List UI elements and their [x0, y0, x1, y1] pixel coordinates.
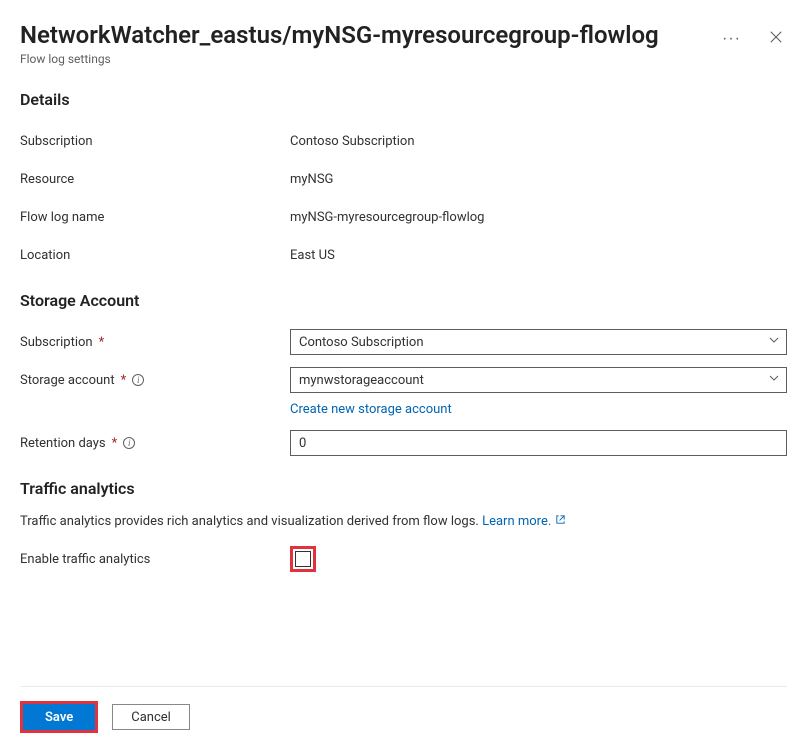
- info-icon[interactable]: i: [132, 374, 144, 386]
- footer-actions: Save Cancel: [20, 686, 787, 749]
- retention-days-label-text: Retention days: [20, 436, 106, 451]
- storage-subscription-label: Subscription *: [20, 335, 290, 350]
- details-subscription-label: Subscription: [20, 134, 290, 149]
- traffic-analytics-description: Traffic analytics provides rich analytic…: [20, 514, 787, 529]
- details-location-row: Location East US: [20, 239, 787, 271]
- storage-account-label-text: Storage account: [20, 373, 115, 388]
- storage-account-label: Storage account * i: [20, 373, 290, 388]
- required-asterisk: *: [121, 373, 127, 388]
- close-icon: [769, 30, 783, 47]
- more-actions-button[interactable]: ···: [718, 27, 745, 51]
- enable-traffic-analytics-checkbox[interactable]: [295, 551, 311, 567]
- create-storage-account-link[interactable]: Create new storage account: [290, 402, 452, 417]
- storage-section-title: Storage Account: [20, 291, 787, 310]
- details-flowlog-label: Flow log name: [20, 210, 290, 225]
- details-resource-label: Resource: [20, 172, 290, 187]
- details-flowlog-row: Flow log name myNSG-myresourcegroup-flow…: [20, 201, 787, 233]
- storage-subscription-select[interactable]: Contoso Subscription: [290, 329, 787, 355]
- details-subscription-value: Contoso Subscription: [290, 134, 787, 149]
- ellipsis-icon: ···: [722, 31, 741, 47]
- required-asterisk: *: [99, 335, 105, 350]
- enable-traffic-analytics-row: Enable traffic analytics: [20, 543, 787, 575]
- chevron-down-icon: [768, 372, 780, 388]
- details-flowlog-value: myNSG-myresourcegroup-flowlog: [290, 210, 787, 225]
- learn-more-text: Learn more.: [482, 514, 551, 529]
- storage-account-row: Storage account * i mynwstorageaccount: [20, 364, 787, 396]
- details-resource-row: Resource myNSG: [20, 163, 787, 195]
- storage-subscription-select-value: Contoso Subscription: [299, 335, 424, 350]
- details-subscription-row: Subscription Contoso Subscription: [20, 125, 787, 157]
- retention-days-label: Retention days * i: [20, 436, 290, 451]
- storage-account-select-value: mynwstorageaccount: [299, 373, 424, 388]
- page-title: NetworkWatcher_eastus/myNSG-myresourcegr…: [20, 20, 718, 50]
- external-link-icon: [555, 514, 566, 529]
- info-icon[interactable]: i: [123, 437, 135, 449]
- highlight-frame: Save: [20, 701, 98, 733]
- required-asterisk: *: [112, 436, 118, 451]
- close-button[interactable]: [765, 26, 787, 51]
- cancel-button[interactable]: Cancel: [112, 704, 190, 730]
- traffic-analytics-desc-text: Traffic analytics provides rich analytic…: [20, 514, 479, 529]
- blade-header: NetworkWatcher_eastus/myNSG-myresourcegr…: [20, 20, 787, 66]
- page-subtitle: Flow log settings: [20, 52, 718, 66]
- details-location-value: East US: [290, 248, 787, 263]
- details-resource-value: myNSG: [290, 172, 787, 187]
- chevron-down-icon: [768, 334, 780, 350]
- create-storage-link-row: Create new storage account: [20, 402, 787, 417]
- storage-account-select[interactable]: mynwstorageaccount: [290, 367, 787, 393]
- details-section-title: Details: [20, 90, 787, 109]
- highlight-frame: [290, 546, 316, 572]
- save-button[interactable]: Save: [23, 704, 95, 730]
- traffic-section-title: Traffic analytics: [20, 479, 787, 498]
- retention-days-row: Retention days * i: [20, 427, 787, 459]
- storage-subscription-label-text: Subscription: [20, 335, 93, 350]
- enable-traffic-analytics-label: Enable traffic analytics: [20, 552, 290, 567]
- details-location-label: Location: [20, 248, 290, 263]
- storage-subscription-row: Subscription * Contoso Subscription: [20, 326, 787, 358]
- retention-days-input[interactable]: [290, 430, 787, 456]
- learn-more-link[interactable]: Learn more.: [482, 514, 566, 529]
